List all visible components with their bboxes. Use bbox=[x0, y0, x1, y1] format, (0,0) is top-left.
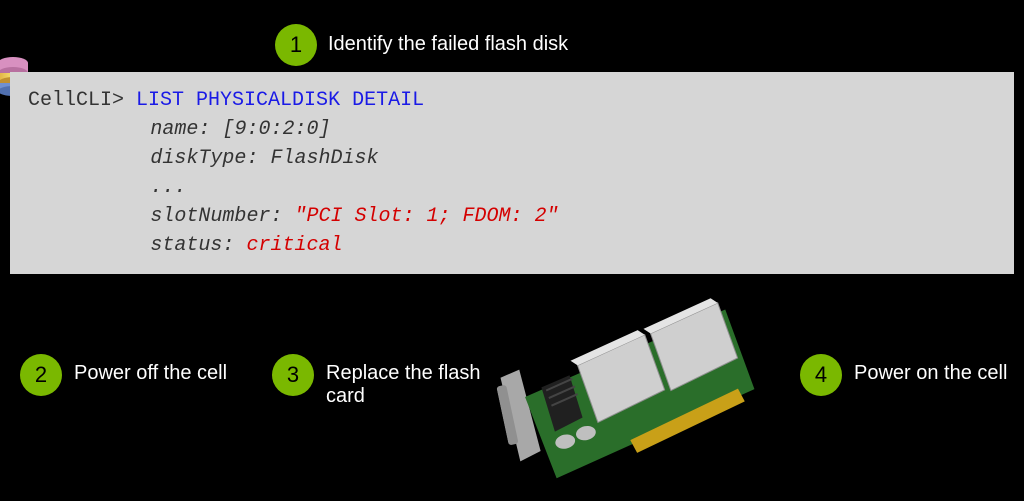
step-number: 2 bbox=[35, 362, 47, 388]
step-caption-4: Power on the cell bbox=[854, 362, 1014, 385]
step-caption-2: Power off the cell bbox=[74, 362, 269, 385]
field-slot-value: "PCI Slot: 1; FDOM: 2" bbox=[294, 205, 558, 228]
step-badge-2: 2 bbox=[20, 354, 62, 396]
step-badge-1: 1 bbox=[275, 24, 317, 66]
flash-card-icon bbox=[486, 284, 783, 497]
step-number: 4 bbox=[815, 362, 827, 388]
step-caption-3: Replace the flash card bbox=[326, 362, 496, 408]
field-disktype-label: diskType: bbox=[150, 147, 258, 170]
field-slot-label: slotNumber: bbox=[150, 205, 282, 228]
ellipsis: ... bbox=[150, 176, 186, 199]
step-badge-3: 3 bbox=[272, 354, 314, 396]
field-status-label: status: bbox=[150, 234, 234, 257]
field-name-label: name: bbox=[150, 118, 210, 141]
cli-prompt: CellCLI> bbox=[28, 89, 124, 112]
terminal-output: CellCLI> LIST PHYSICALDISK DETAIL name: … bbox=[10, 72, 1014, 274]
field-status-value: critical bbox=[246, 234, 342, 257]
step-caption-1: Identify the failed flash disk bbox=[328, 33, 568, 56]
cli-command: LIST PHYSICALDISK DETAIL bbox=[136, 89, 424, 112]
field-name-value: [9:0:2:0] bbox=[222, 118, 330, 141]
field-disktype-value: FlashDisk bbox=[270, 147, 378, 170]
step-number: 1 bbox=[290, 32, 302, 58]
step-badge-4: 4 bbox=[800, 354, 842, 396]
step-number: 3 bbox=[287, 362, 299, 388]
